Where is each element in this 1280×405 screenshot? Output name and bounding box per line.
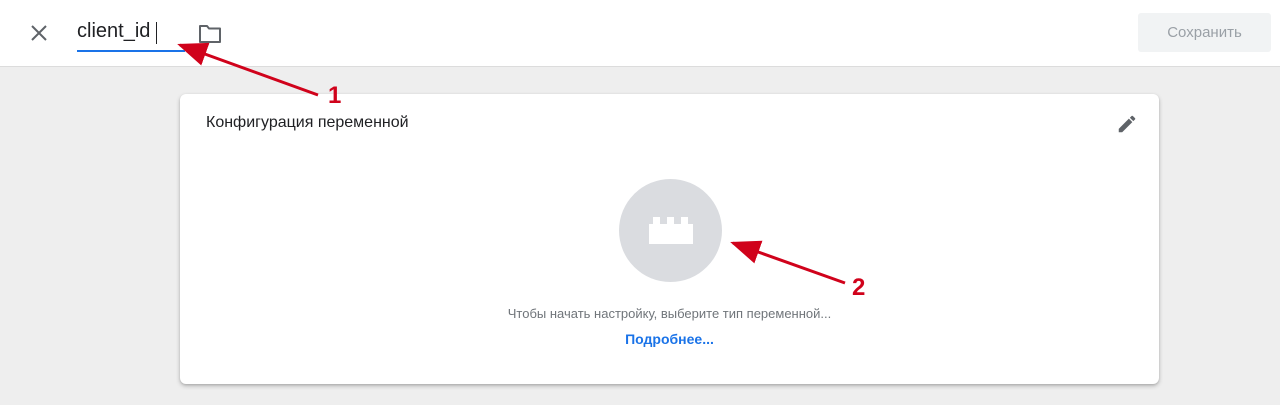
close-button[interactable] <box>24 18 54 48</box>
learn-more-link[interactable]: Подробнее... <box>180 331 1159 347</box>
folder-button[interactable] <box>196 20 224 48</box>
lego-brick-icon <box>648 216 693 244</box>
edit-button[interactable] <box>1113 110 1141 138</box>
save-button[interactable]: Сохранить <box>1138 13 1271 52</box>
pencil-icon <box>1118 115 1136 133</box>
variable-type-selector[interactable] <box>619 179 722 282</box>
card-title: Конфигурация переменной <box>206 114 409 131</box>
annotation-marker-1: 1 <box>328 82 342 109</box>
top-bar: Сохранить <box>0 0 1280 67</box>
text-caret <box>156 22 157 44</box>
close-icon <box>31 25 47 41</box>
variable-name-input[interactable] <box>77 16 185 52</box>
variable-config-card: Конфигурация переменной Чтобы начать нас… <box>180 94 1159 384</box>
config-hint-text: Чтобы начать настройку, выберите тип пер… <box>507 306 832 321</box>
annotation-marker-2: 2 <box>852 274 866 301</box>
folder-icon <box>199 25 221 43</box>
